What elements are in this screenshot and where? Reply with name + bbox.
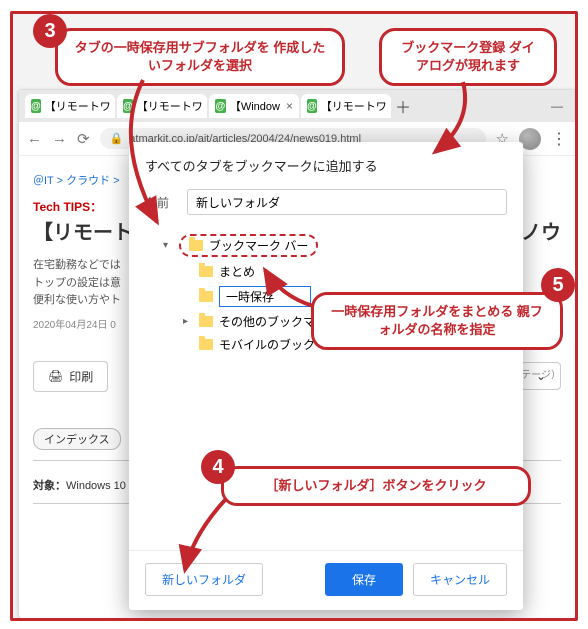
- print-button[interactable]: 🖨 印刷: [33, 361, 108, 392]
- back-button[interactable]: ←: [27, 130, 42, 147]
- callout-5: 一時保存用フォルダをまとめる 親フォルダの名称を指定: [311, 292, 563, 350]
- tree-item-bookmark-bar[interactable]: ▾ ブックマーク バー: [163, 231, 507, 260]
- folder-icon: [199, 291, 213, 302]
- folder-icon: [199, 339, 213, 350]
- favicon-icon: @: [307, 99, 317, 113]
- index-badge[interactable]: インデックス: [33, 428, 121, 450]
- cancel-button[interactable]: キャンセル: [413, 563, 507, 596]
- tree-label: ブックマーク バー: [209, 237, 308, 254]
- tab-label: 【リモートワ: [45, 98, 111, 114]
- print-label: 印刷: [69, 368, 93, 385]
- browser-tab[interactable]: @ 【リモートワ ×: [301, 94, 391, 118]
- favicon-icon: @: [215, 99, 226, 113]
- arrow-icon: [103, 80, 203, 230]
- close-icon[interactable]: ×: [286, 99, 293, 113]
- favicon-icon: @: [31, 99, 41, 113]
- step-number-3: 3: [33, 14, 67, 48]
- arrow-icon: [433, 82, 493, 162]
- menu-icon[interactable]: ⋮: [551, 129, 567, 149]
- tab-label: 【リモートワ: [321, 98, 387, 114]
- step-number-4: 4: [201, 450, 235, 484]
- printer-icon: 🖨: [48, 369, 63, 383]
- folder-icon: [199, 316, 213, 327]
- caret-down-icon[interactable]: ▾: [163, 240, 173, 251]
- minimize-icon[interactable]: —: [551, 99, 563, 113]
- browser-tab[interactable]: @ 【リモートワ ×: [25, 94, 115, 118]
- folder-icon: [199, 266, 213, 277]
- callout-3: タブの一時保存用サブフォルダを 作成したいフォルダを選択: [55, 28, 345, 86]
- save-button[interactable]: 保存: [325, 563, 403, 596]
- reload-button[interactable]: ⟳: [77, 130, 90, 148]
- caret-right-icon[interactable]: ▸: [183, 316, 193, 327]
- tree-label: まとめ: [219, 263, 255, 280]
- selected-folder-highlight: ブックマーク バー: [179, 234, 318, 257]
- folder-icon: [189, 240, 203, 251]
- new-tab-button[interactable]: ＋: [393, 96, 413, 116]
- arrow-icon: [261, 266, 321, 316]
- tab-label: 【Window: [230, 98, 280, 114]
- folder-name-input[interactable]: [187, 189, 507, 215]
- arrow-icon: [183, 500, 243, 580]
- callout-4: ［新しいフォルダ］ボタンをクリック: [221, 466, 531, 506]
- tree-item[interactable]: まとめ: [163, 260, 507, 283]
- callout-dialog-appears: ブックマーク登録 ダイアログが現れます: [379, 28, 557, 86]
- step-number-5: 5: [541, 268, 575, 302]
- browser-tab[interactable]: @ 【Window ×: [209, 94, 299, 118]
- forward-button[interactable]: →: [52, 130, 67, 147]
